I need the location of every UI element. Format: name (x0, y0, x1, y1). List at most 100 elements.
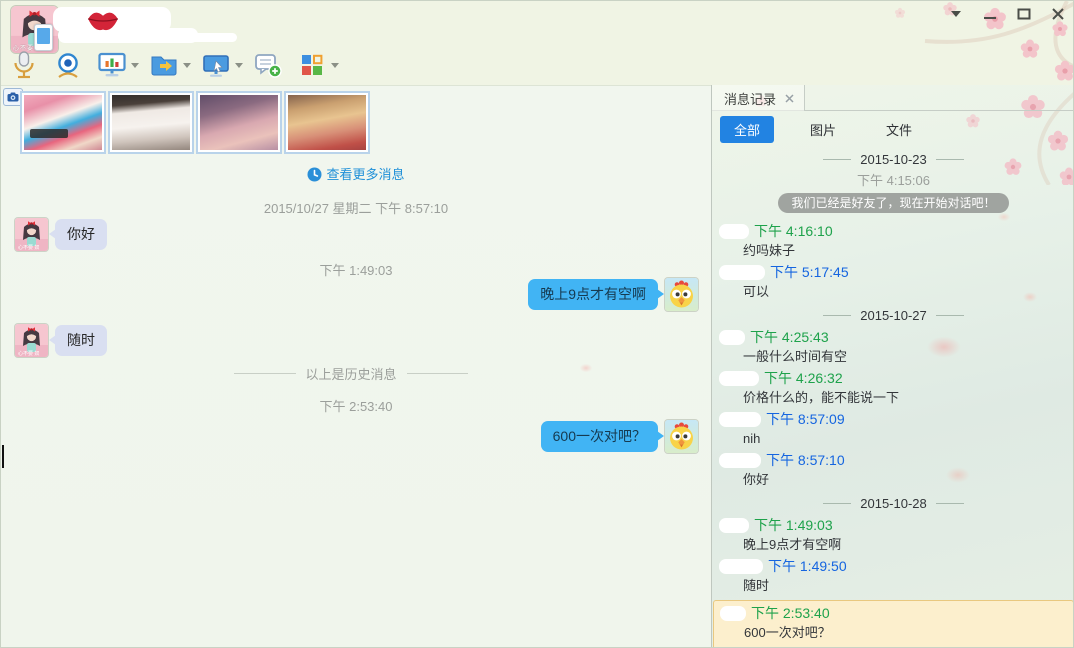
kiss-lips-icon (85, 5, 121, 37)
history-divider: 以上是历史消息 (234, 364, 468, 383)
highlighted-result[interactable]: 下午 2:53:40 600一次对吧？ (713, 600, 1074, 648)
message-text: nih (719, 429, 1074, 449)
censored-name (719, 453, 761, 468)
remote-desktop-dropdown-icon[interactable] (233, 48, 245, 82)
censored-signature (151, 33, 237, 42)
chat-message-area[interactable]: 查看更多消息 2015/10/27 星期二 下午 8:57:10 心不要 奴 你… (1, 85, 711, 648)
censored-name (719, 224, 749, 239)
svg-text:心不要 奴: 心不要 奴 (18, 350, 39, 357)
censored-name (719, 518, 749, 533)
message-timestamp: 2015/10/27 星期二 下午 8:57:10 (1, 198, 711, 217)
titlebar: 心不要 奴 (1, 1, 1074, 85)
message-text: 晚上9点才有空啊 (719, 535, 1074, 555)
message-time: 下午 2:53:40 (751, 603, 830, 623)
history-message[interactable]: 下午 4:25:43 一般什么时间有空 (712, 327, 1074, 368)
message-text: 一般什么时间有空 (719, 347, 1074, 367)
outgoing-message: 600一次对吧？ (541, 420, 698, 453)
message-time: 下午 4:26:32 (764, 368, 843, 388)
minimize-button[interactable] (979, 5, 1001, 23)
message-timestamp: 下午 1:49:03 (1, 260, 711, 279)
date-divider: 2015-10-27 (712, 305, 1074, 325)
apps-icon[interactable] (295, 48, 329, 82)
incoming-message: 心不要 奴 随时 (15, 324, 107, 357)
censored-name (719, 412, 761, 427)
menu-dropdown-icon[interactable] (945, 5, 967, 23)
apps-dropdown-icon[interactable] (329, 48, 341, 82)
photo-thumbnail[interactable] (196, 91, 282, 154)
send-file-dropdown-icon[interactable] (181, 48, 193, 82)
photo-watermark (30, 129, 68, 138)
history-message[interactable]: 下午 1:49:03 晚上9点才有空啊 (712, 515, 1074, 556)
screen-capture-icon[interactable] (95, 48, 129, 82)
video-call-icon[interactable] (51, 48, 85, 82)
message-text: 你好 (719, 470, 1074, 490)
message-time: 下午 1:49:50 (768, 556, 847, 576)
message-text: 随时 (719, 576, 1074, 596)
message-time: 下午 4:16:10 (754, 221, 833, 241)
message-timestamp: 下午 2:53:40 (1, 396, 711, 415)
panel-tab-bar: 消息记录 (712, 85, 1074, 111)
history-message[interactable]: 下午 2:53:40 600一次对吧？ (714, 603, 1073, 644)
message-bubble[interactable]: 600一次对吧？ (541, 421, 658, 452)
self-avatar[interactable] (665, 278, 698, 311)
history-message[interactable]: 下午 5:17:45 可以 (712, 262, 1074, 303)
censored-name (719, 265, 765, 280)
close-tab-icon[interactable] (785, 94, 794, 103)
tab-message-history[interactable]: 消息记录 (712, 85, 805, 111)
message-time: 下午 8:57:09 (766, 409, 845, 429)
message-time: 下午 5:17:45 (770, 262, 849, 282)
message-history-panel: 消息记录 全部 图片 文件 2015-10-23 下午 4:15:06 我们已经… (711, 85, 1074, 648)
window-controls (945, 5, 1069, 23)
message-time: 下午 8:57:10 (766, 450, 845, 470)
history-list[interactable]: 2015-10-23 下午 4:15:06 我们已经是好友了，现在开始对话吧！ … (712, 147, 1074, 648)
incoming-message: 心不要 奴 你好 (15, 218, 107, 251)
voice-call-icon[interactable] (7, 48, 41, 82)
message-bubble[interactable]: 你好 (55, 219, 107, 250)
filter-images[interactable]: 图片 (796, 116, 850, 143)
remote-desktop-icon[interactable] (199, 48, 233, 82)
history-message[interactable]: 下午 4:16:10 约吗妹子 (712, 221, 1074, 262)
view-more-messages-link[interactable]: 查看更多消息 (1, 164, 711, 183)
message-bubble[interactable]: 随时 (55, 325, 107, 356)
shared-photo-strip (20, 91, 370, 154)
clock-icon (307, 167, 322, 182)
message-text: 600一次对吧？ (720, 623, 1073, 643)
text-cursor (2, 445, 4, 468)
session-time: 下午 4:15:06 (712, 171, 1074, 191)
censored-name (720, 606, 746, 621)
self-avatar[interactable] (665, 420, 698, 453)
message-text: 约吗妹子 (719, 241, 1074, 261)
censored-name (719, 559, 763, 574)
screen-capture-dropdown-icon[interactable] (129, 48, 141, 82)
close-button[interactable] (1047, 5, 1069, 23)
peer-avatar[interactable]: 心不要 奴 (15, 218, 48, 251)
maximize-button[interactable] (1013, 5, 1035, 23)
qq-chat-window: 心不要 奴 (0, 0, 1074, 648)
notice-row: 我们已经是好友了，现在开始对话吧！ (712, 191, 1074, 221)
censored-name (719, 330, 745, 345)
message-text: 可以 (719, 282, 1074, 302)
peer-avatar[interactable]: 心不要 奴 (15, 324, 48, 357)
message-time: 下午 1:49:03 (754, 515, 833, 535)
history-message[interactable]: 下午 4:26:32 价格什么的，能不能说一下 (712, 368, 1074, 409)
filter-files[interactable]: 文件 (872, 116, 926, 143)
svg-text:心不要 奴: 心不要 奴 (18, 244, 39, 251)
message-text: 价格什么的，能不能说一下 (719, 388, 1074, 408)
history-filters: 全部 图片 文件 (720, 116, 926, 143)
history-message[interactable]: 下午 1:49:50 随时 (712, 556, 1074, 597)
date-divider: 2015-10-28 (712, 493, 1074, 513)
send-file-icon[interactable] (147, 48, 181, 82)
outgoing-message: 晚上9点才有空啊 (528, 278, 698, 311)
photo-thumbnail[interactable] (108, 91, 194, 154)
censored-name (719, 371, 759, 386)
history-message[interactable]: 下午 8:57:09 nih (712, 409, 1074, 450)
history-message[interactable]: 下午 8:57:10 你好 (712, 450, 1074, 491)
new-message-icon[interactable] (251, 48, 285, 82)
friend-added-notice: 我们已经是好友了，现在开始对话吧！ (778, 193, 1008, 213)
photo-thumbnail[interactable] (284, 91, 370, 154)
photo-thumbnail[interactable] (20, 91, 106, 154)
chat-toolbar (7, 47, 347, 83)
filter-all[interactable]: 全部 (720, 116, 774, 143)
message-time: 下午 4:25:43 (750, 327, 829, 347)
message-bubble[interactable]: 晚上9点才有空啊 (528, 279, 658, 310)
